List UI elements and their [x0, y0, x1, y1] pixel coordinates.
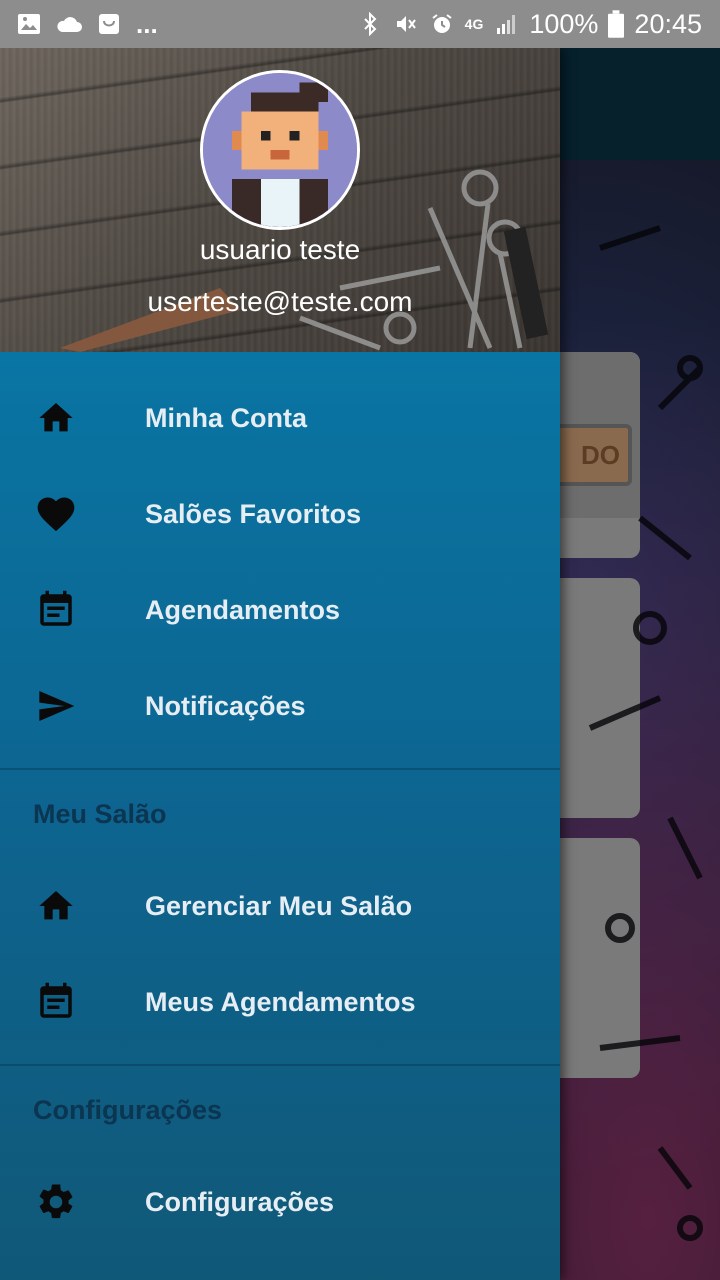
drawer-header: usuario teste userteste@teste.com	[0, 48, 560, 352]
menu-item-gerenciar-meu-salao[interactable]: Gerenciar Meu Salão	[0, 858, 560, 954]
user-email: userteste@teste.com	[147, 286, 413, 317]
cloud-icon	[57, 17, 82, 32]
navigation-drawer: usuario teste userteste@teste.com Minha …	[0, 48, 560, 1280]
menu-item-notificacoes[interactable]: Notificações	[0, 658, 560, 754]
menu-item-minha-conta[interactable]: Minha Conta	[0, 370, 560, 466]
mute-icon	[396, 16, 416, 32]
background-pattern	[588, 225, 703, 1241]
user-name: usuario teste	[199, 234, 361, 265]
calendar-icon	[34, 588, 78, 632]
more-notifications: ...	[136, 8, 158, 39]
section-title-configuracoes: Configurações	[33, 1094, 223, 1125]
menu-item-configuracoes[interactable]: Configurações	[0, 1154, 560, 1250]
menu-item-agendamentos[interactable]: Agendamentos	[0, 562, 560, 658]
shopping-bag-icon	[99, 14, 119, 34]
menu-item-label: Notificações	[145, 690, 306, 721]
menu-item-meus-agendamentos[interactable]: Meus Agendamentos	[0, 954, 560, 1050]
send-icon	[34, 684, 78, 728]
menu-item-label: Agendamentos	[145, 594, 341, 625]
home-icon	[34, 396, 78, 440]
network-type: 4G	[464, 16, 484, 32]
menu-item-label: Meus Agendamentos	[145, 986, 416, 1017]
battery-icon	[608, 10, 625, 38]
alarm-icon	[432, 14, 452, 33]
heart-icon	[34, 492, 78, 536]
menu-item-label: Configurações	[145, 1186, 335, 1217]
drawer-menu: Minha Conta Salões Favoritos Agendamento…	[0, 352, 560, 1250]
section-title-meu-salao: Meu Salão	[33, 798, 167, 829]
gear-icon	[34, 1180, 78, 1224]
menu-item-label: Gerenciar Meu Salão	[145, 890, 413, 921]
menu-item-saloes-favoritos[interactable]: Salões Favoritos	[0, 466, 560, 562]
pixel-avatar-icon	[203, 73, 357, 227]
signal-icon	[497, 15, 516, 34]
image-icon	[18, 14, 40, 34]
menu-item-label: Salões Favoritos	[145, 498, 362, 529]
menu-item-label: Minha Conta	[145, 402, 307, 433]
battery-percent: 100%	[529, 8, 599, 39]
clock: 20:45	[634, 8, 702, 39]
home-icon	[34, 884, 78, 928]
status-bar: ... 4G 100% 20:45	[0, 0, 720, 48]
calendar-icon	[34, 980, 78, 1024]
avatar[interactable]	[200, 70, 360, 230]
bluetooth-icon	[363, 12, 377, 36]
